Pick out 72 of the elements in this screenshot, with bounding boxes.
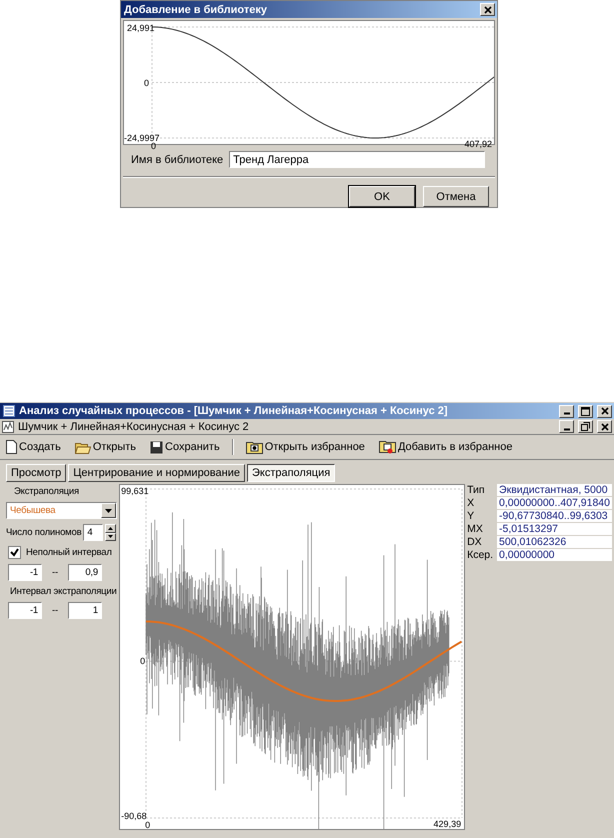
axis-label: 429,39: [434, 819, 462, 829]
axis-label: 0: [144, 78, 150, 88]
axis-label: 0: [140, 656, 146, 666]
info-label: MX: [467, 523, 484, 535]
group-label: Интервал экстраполяции: [9, 586, 118, 597]
info-value: 0,00000000: [497, 549, 612, 561]
toolbar-button[interactable]: Открыть избранное: [244, 440, 367, 454]
range-from-field[interactable]: -1: [8, 564, 42, 581]
info-value: 500,01062326: [497, 536, 612, 548]
window-title: Анализ случайных процессов - [Шумчик + Линейная+Косинусная + Косинус 2]: [19, 405, 449, 417]
toolbar-button[interactable]: Сохранить: [148, 440, 222, 454]
close-icon: [484, 6, 492, 14]
folder-add-icon: [378, 440, 396, 454]
minimize-button[interactable]: [559, 404, 574, 418]
toolbar-button[interactable]: Открыть: [72, 440, 138, 454]
partial-interval-checkbox[interactable]: [8, 546, 21, 559]
info-label: DX: [467, 536, 483, 548]
folder-star-icon: [246, 440, 263, 454]
info-value: -90,67730840..99,6303: [497, 510, 612, 522]
range-separator: --: [52, 605, 58, 616]
range-to-field[interactable]: 0,9: [68, 564, 102, 581]
info-value: 0,00000000..407,91840: [497, 497, 612, 509]
info-label: Y: [467, 510, 476, 522]
restore-button[interactable]: [578, 420, 593, 433]
range-separator: --: [52, 567, 58, 578]
polynomials-field[interactable]: 4: [83, 524, 104, 541]
axis-label: -24,9997: [124, 133, 160, 143]
close-button[interactable]: [480, 3, 495, 16]
tab[interactable]: Центрирование и нормирование: [68, 464, 245, 482]
close-button[interactable]: [597, 420, 612, 433]
close-button[interactable]: [597, 404, 612, 418]
method-dropdown[interactable]: Чебышева: [6, 502, 118, 519]
range-to-field[interactable]: 1: [68, 602, 102, 619]
document-icon: [2, 420, 14, 432]
axis-label: 99,631: [121, 486, 149, 496]
checkbox-label: Неполный интервал: [26, 547, 112, 558]
window-title: Добавление в библиотеку: [124, 4, 268, 16]
up-arrow-icon: [108, 526, 114, 530]
info-label: Ксер.: [467, 549, 494, 561]
info-label: Тип: [467, 484, 486, 496]
app-icon: [3, 405, 15, 417]
axis-label: 0: [151, 141, 156, 151]
maximize-button[interactable]: [578, 404, 593, 418]
info-label: X: [467, 497, 476, 509]
axis-label: 0: [145, 820, 150, 830]
down-arrow-icon: [108, 535, 114, 538]
folder-icon: [74, 440, 91, 454]
polynomials-label: Число полиномов: [6, 527, 82, 538]
close-icon: [600, 407, 608, 415]
range-from-field[interactable]: -1: [8, 602, 42, 619]
maximize-icon: [581, 406, 590, 416]
close-icon: [600, 422, 608, 430]
tab[interactable]: Просмотр: [6, 464, 66, 482]
name-label: Имя в библиотеке: [131, 154, 224, 166]
name-field[interactable]: Тренд Лагерра: [229, 151, 485, 168]
tab[interactable]: Экстраполяция: [246, 464, 336, 482]
toolbar-button[interactable]: Добавить в избранное: [376, 440, 514, 454]
caret-icon: [105, 508, 112, 512]
toolbar-button[interactable]: Создать: [4, 440, 63, 454]
restore-icon: [581, 422, 590, 431]
spin-up-button[interactable]: [105, 524, 116, 532]
axis-label: 24,991: [127, 23, 155, 33]
dialog-button[interactable]: Отмена: [423, 186, 489, 207]
info-value: Эквидистантная, 5000: [497, 484, 612, 496]
dialog-button[interactable]: OK: [349, 186, 415, 207]
axis-label: 407,92: [464, 139, 492, 149]
axis-label: -90,68: [121, 811, 147, 821]
document-icon: [6, 440, 17, 454]
minimize-button[interactable]: [559, 420, 574, 433]
info-value: -5,01513297: [497, 523, 612, 535]
group-label: Экстраполяция: [13, 486, 80, 497]
document-title: Шумчик + Линейная+Косинусная + Косинус 2: [18, 420, 250, 432]
